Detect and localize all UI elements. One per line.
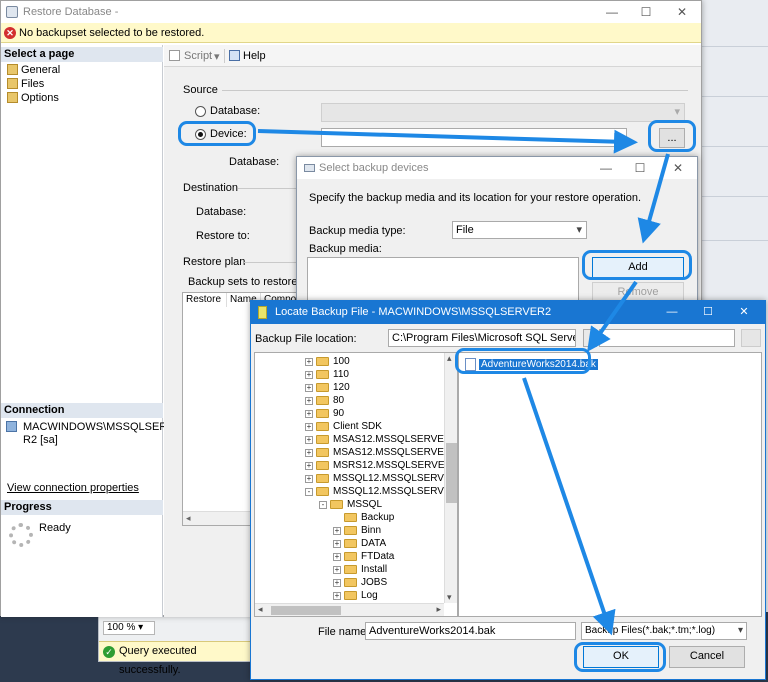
arrow-file-to-ok [522,377,616,636]
arrow-device-to-browse [257,129,638,154]
arrow-add-to-file [587,280,638,352]
annotation-arrows [257,129,670,636]
arrow-browse-to-add [637,153,670,244]
